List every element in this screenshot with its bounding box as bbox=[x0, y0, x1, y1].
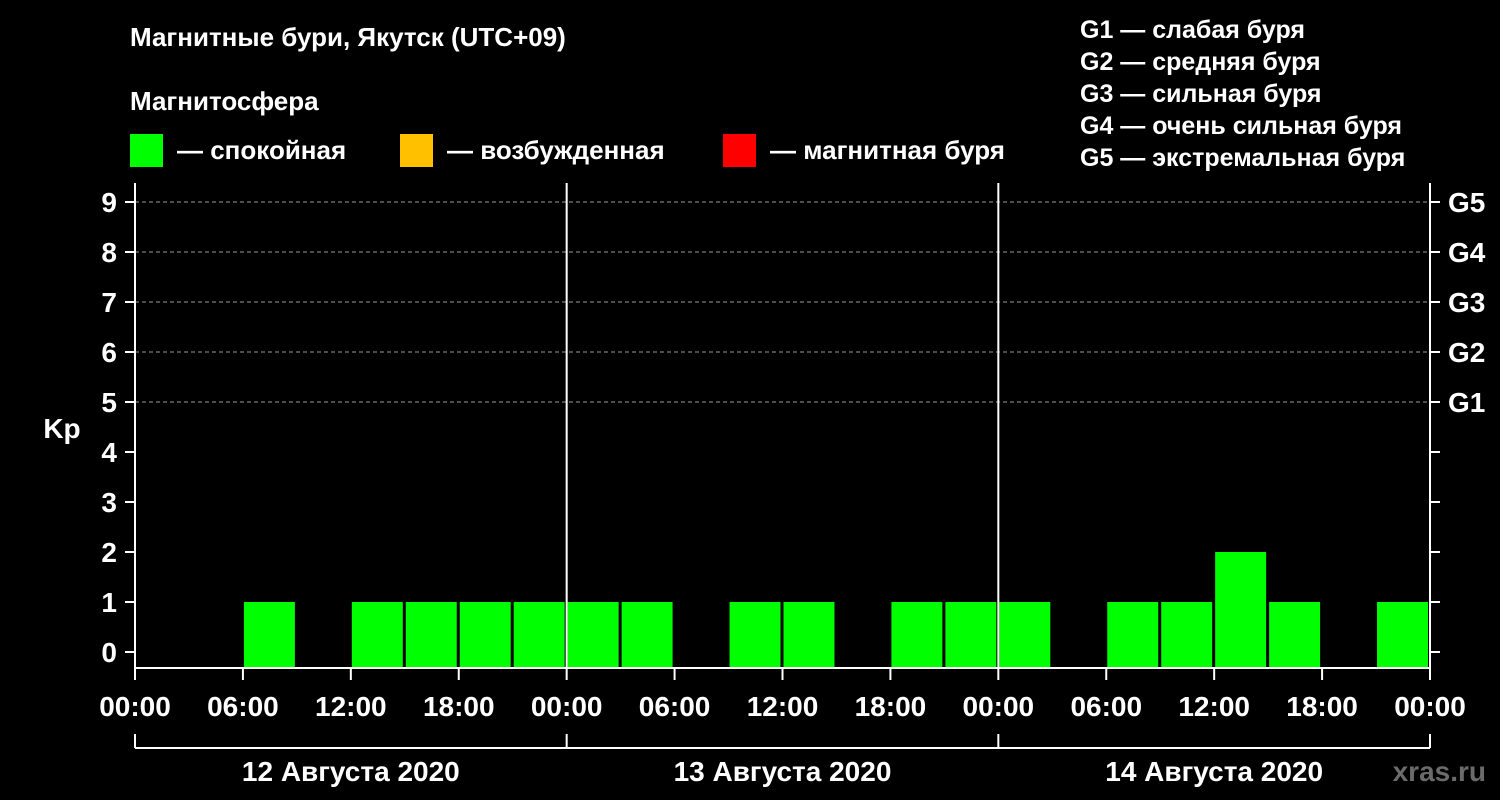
x-tick-label: 06:00 bbox=[639, 691, 711, 722]
x-tick-label: 00:00 bbox=[531, 691, 603, 722]
x-tick-label: 12:00 bbox=[1178, 691, 1250, 722]
kp-bar bbox=[243, 602, 295, 668]
kp-bar bbox=[459, 602, 511, 668]
y-tick-label: 1 bbox=[101, 587, 117, 618]
y-tick-label: 6 bbox=[101, 337, 117, 368]
y-tick-label: 4 bbox=[101, 437, 117, 468]
watermark: xras.ru bbox=[1392, 756, 1486, 787]
kp-chart: Kp 0 1 2 3 4 5 6 7 8 9 G1 G2 G3 G4 G5 00:00 06:00 12:00 18… bbox=[43, 183, 1486, 787]
x-tick-label: 12:00 bbox=[315, 691, 387, 722]
g-level-label: G2 bbox=[1448, 337, 1485, 368]
kp-bar bbox=[1269, 602, 1321, 668]
y-tick-label: 0 bbox=[101, 637, 117, 668]
kp-bar bbox=[783, 602, 835, 668]
kp-bar bbox=[1377, 602, 1428, 668]
kp-bar bbox=[567, 602, 619, 668]
day-label: 13 Августа 2020 bbox=[674, 756, 892, 787]
y-tick-label: 3 bbox=[101, 487, 117, 518]
y-tick-label: 2 bbox=[101, 537, 117, 568]
x-tick-label: 06:00 bbox=[207, 691, 279, 722]
kp-bar bbox=[621, 602, 673, 668]
y-tick-label: 7 bbox=[101, 287, 117, 318]
kp-bar bbox=[1161, 602, 1213, 668]
x-tick-label: 00:00 bbox=[1394, 691, 1466, 722]
kp-bar bbox=[351, 602, 403, 668]
x-tick-label: 18:00 bbox=[423, 691, 495, 722]
kp-bar bbox=[999, 602, 1051, 668]
y-tick-label: 5 bbox=[101, 387, 117, 418]
kp-bar bbox=[891, 602, 943, 668]
x-tick-label: 12:00 bbox=[747, 691, 819, 722]
kp-bar bbox=[729, 602, 781, 668]
g-level-label: G4 bbox=[1448, 237, 1486, 268]
kp-bar bbox=[1107, 602, 1159, 668]
x-tick-label: 18:00 bbox=[855, 691, 927, 722]
y-tick-label: 9 bbox=[101, 187, 117, 218]
g-level-label: G5 bbox=[1448, 187, 1485, 218]
g-level-label: G3 bbox=[1448, 287, 1485, 318]
x-tick-label: 18:00 bbox=[1286, 691, 1358, 722]
x-tick-label: 06:00 bbox=[1070, 691, 1142, 722]
kp-bar bbox=[945, 602, 997, 668]
y-axis-label: Kp bbox=[43, 413, 80, 444]
day-label: 12 Августа 2020 bbox=[242, 756, 460, 787]
x-tick-label: 00:00 bbox=[963, 691, 1035, 722]
day-label: 14 Августа 2020 bbox=[1105, 756, 1323, 787]
g-level-label: G1 bbox=[1448, 387, 1485, 418]
kp-bar bbox=[1215, 552, 1267, 668]
kp-bar bbox=[405, 602, 457, 668]
kp-bar bbox=[513, 602, 565, 668]
y-tick-label: 8 bbox=[101, 237, 117, 268]
x-tick-label: 00:00 bbox=[99, 691, 171, 722]
